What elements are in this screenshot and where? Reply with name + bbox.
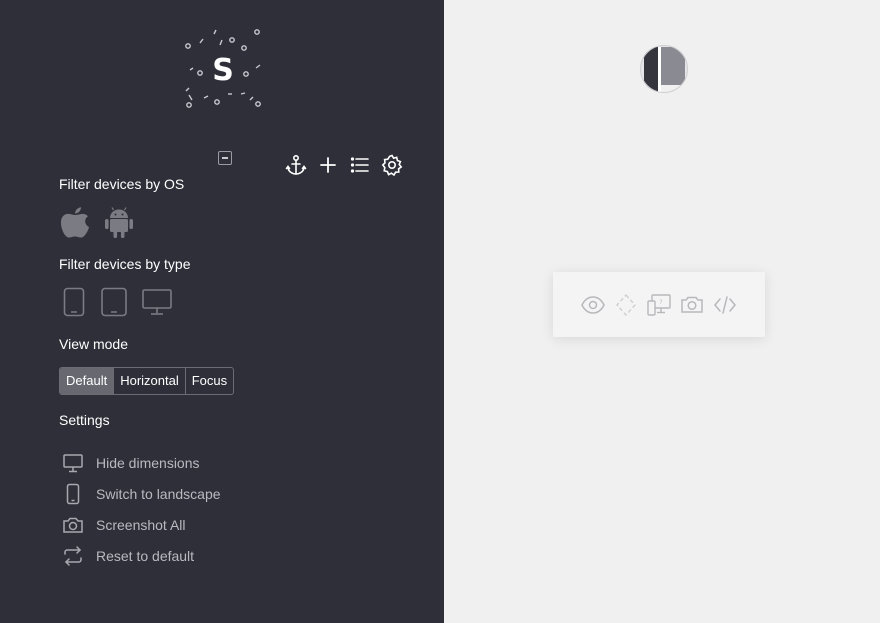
- eye-icon[interactable]: [580, 292, 606, 318]
- camera-icon[interactable]: [679, 292, 705, 318]
- logo-letter: S: [212, 52, 234, 88]
- user-avatar[interactable]: [640, 43, 688, 95]
- hide-dimensions-item[interactable]: Hide dimensions: [62, 447, 221, 478]
- os-filter: [59, 206, 135, 240]
- device-toolbar: ?: [553, 272, 765, 337]
- reset-default-item[interactable]: Reset to default: [62, 540, 221, 571]
- sidebar: S Filter devices by OS Filter devices by…: [0, 0, 444, 623]
- setting-label: Hide dimensions: [96, 454, 200, 471]
- view-mode-default[interactable]: Default: [60, 368, 114, 394]
- collapse-icon[interactable]: [218, 151, 232, 165]
- settings-list: Hide dimensions Switch to landscape Scre…: [62, 447, 221, 571]
- switch-landscape-item[interactable]: Switch to landscape: [62, 478, 221, 509]
- sidebar-toolbar: [284, 153, 404, 177]
- setting-label: Switch to landscape: [96, 485, 221, 502]
- anchor-icon[interactable]: [284, 153, 308, 177]
- settings-title: Settings: [59, 412, 110, 428]
- devices-icon[interactable]: ?: [646, 292, 672, 318]
- apple-icon[interactable]: [59, 206, 91, 240]
- phone-icon[interactable]: [61, 287, 87, 317]
- filter-type-title: Filter devices by type: [59, 256, 191, 272]
- code-icon[interactable]: [712, 292, 738, 318]
- plus-icon[interactable]: [316, 153, 340, 177]
- filter-os-title: Filter devices by OS: [59, 176, 185, 192]
- phone-icon: [66, 483, 80, 504]
- android-icon[interactable]: [103, 206, 135, 240]
- rotate-icon[interactable]: [613, 292, 639, 318]
- list-icon[interactable]: [348, 153, 372, 177]
- monitor-icon: [63, 453, 83, 472]
- screenshot-all-item[interactable]: Screenshot All: [62, 509, 221, 540]
- refresh-icon: [64, 545, 82, 566]
- view-mode-focus[interactable]: Focus: [184, 368, 233, 394]
- view-mode-title: View mode: [59, 336, 129, 352]
- setting-label: Screenshot All: [96, 516, 186, 533]
- svg-text:?: ?: [659, 299, 662, 306]
- app-logo: S: [180, 28, 266, 112]
- type-filter: [61, 287, 173, 317]
- tablet-icon[interactable]: [99, 287, 129, 317]
- view-mode-horizontal[interactable]: Horizontal: [113, 368, 185, 394]
- view-mode-selector: Default Horizontal Focus: [59, 367, 235, 395]
- camera-icon: [63, 517, 83, 533]
- setting-label: Reset to default: [96, 547, 195, 564]
- gear-icon[interactable]: [380, 153, 404, 177]
- desktop-icon[interactable]: [141, 287, 173, 317]
